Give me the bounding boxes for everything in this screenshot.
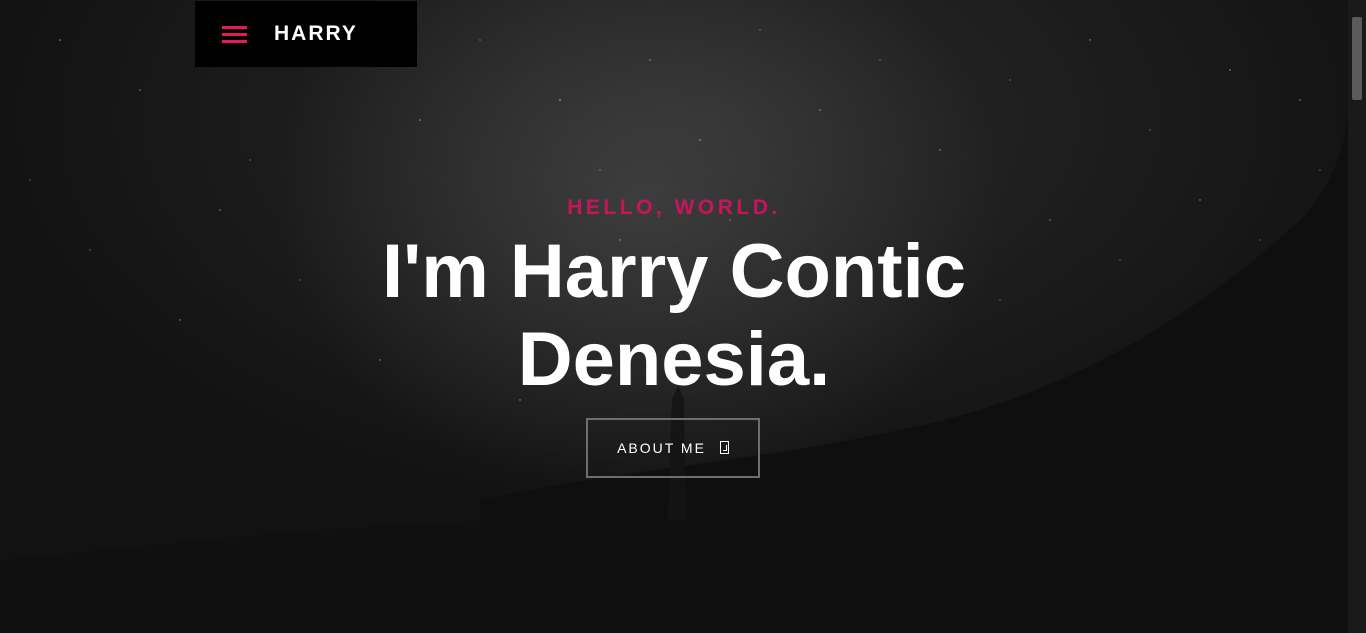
hamburger-menu-icon[interactable] [222,24,248,46]
about-me-button[interactable]: ABOUT ME [586,418,760,478]
brand-logo[interactable]: HARRY [274,22,358,46]
page: HARRY HELLO, WORLD. I'm Harry Contic Den… [0,0,1366,633]
headline-line-1: I'm Harry Contic [382,229,966,314]
scrollbar-thumb[interactable] [1352,17,1362,100]
menu-bar [222,26,247,29]
about-me-label: ABOUT ME [617,440,706,456]
menu-bar [222,40,247,43]
nav-header: HARRY [195,1,417,67]
headline-line-2: Denesia. [517,317,831,402]
menu-bar [222,33,247,36]
hero-headline: I'm Harry Contic Denesia. [0,228,1348,404]
hero-greeting: HELLO, WORLD. [567,196,781,219]
arrow-down-icon [719,440,729,454]
vertical-scrollbar[interactable] [1348,0,1366,633]
